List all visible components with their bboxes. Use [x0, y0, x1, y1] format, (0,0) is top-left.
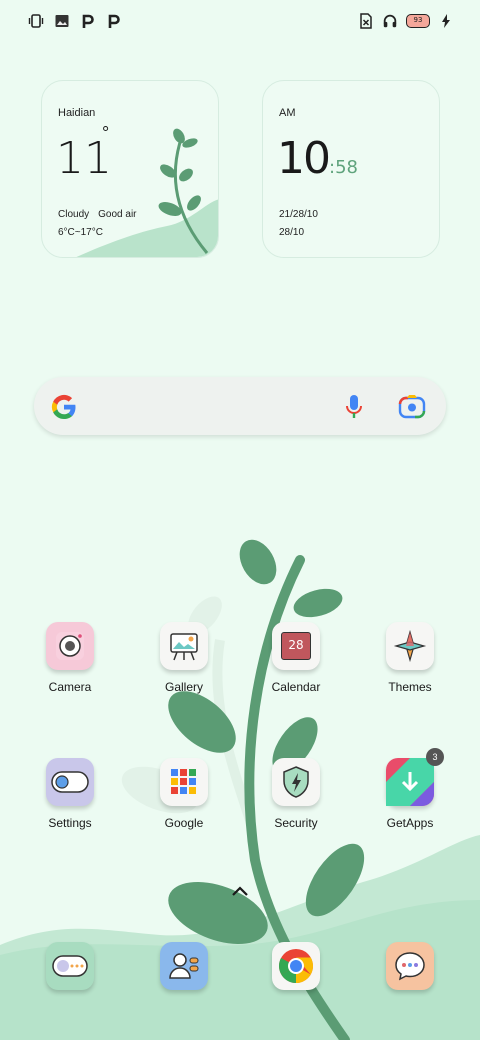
messages-icon [386, 942, 434, 990]
clock-hour: 10 [277, 133, 331, 184]
calendar-date: 28 [281, 632, 311, 660]
status-bar-left [28, 12, 122, 30]
charging-icon [438, 12, 454, 30]
weather-condition: Cloudy [58, 209, 90, 220]
messaging-bubble-icon [46, 942, 94, 990]
contacts-icon [160, 942, 208, 990]
getapps-icon: 3 [386, 748, 444, 806]
settings-icon [46, 758, 94, 806]
chrome-icon [272, 942, 320, 990]
app-label-camera: Camera [48, 680, 92, 694]
app-gallery[interactable]: Gallery [144, 622, 224, 694]
image-icon [54, 12, 70, 30]
app-label-settings: Settings [48, 816, 92, 830]
vibrate-icon [28, 12, 44, 30]
app-themes[interactable]: Themes [370, 622, 450, 694]
app-label-getapps: GetApps [386, 816, 434, 830]
google-logo-icon [50, 393, 78, 426]
app-label-gallery: Gallery [164, 680, 203, 694]
clock-date-line2: 28/10 [279, 227, 305, 238]
p-icon [80, 12, 96, 30]
clock-widget[interactable]: AM 10 :58 21/28/10 28/10 [262, 80, 440, 258]
app-label-themes: Themes [388, 680, 432, 694]
dock-app-chrome[interactable] [256, 942, 336, 990]
google-folder-icon [160, 758, 208, 806]
dock-app-messages[interactable] [370, 942, 450, 990]
app-google-folder[interactable]: Google [144, 758, 224, 830]
weather-widget[interactable]: Haidian 11 ° Cloudy Good air 6°C~17°C [41, 80, 219, 258]
p-icon [106, 12, 122, 30]
google-search-bar[interactable] [34, 377, 446, 435]
dock-app-contacts[interactable] [144, 942, 224, 990]
temperature-range: 6°C~17°C [58, 227, 103, 238]
status-bar-right: 93 [358, 12, 454, 30]
themes-icon [386, 622, 434, 670]
camera-icon [46, 622, 94, 670]
security-icon [272, 758, 320, 806]
no-sim-icon [358, 12, 374, 30]
app-label-calendar: Calendar [271, 680, 321, 694]
degree-symbol: ° [102, 123, 110, 143]
air-quality: Good air [98, 209, 137, 220]
headset-icon [382, 12, 398, 30]
chevron-up-icon[interactable] [230, 884, 250, 898]
clock-date-line1: 21/28/10 [279, 209, 318, 220]
app-calendar[interactable]: 28 Calendar [256, 622, 336, 694]
app-camera[interactable]: Camera [30, 622, 110, 694]
clock-minutes: :58 [329, 157, 358, 178]
app-label-security: Security [274, 816, 318, 830]
weather-city: Haidian [58, 107, 96, 119]
app-getapps[interactable]: 3 GetApps [370, 748, 450, 830]
microphone-icon[interactable] [342, 393, 366, 426]
app-security[interactable]: Security [256, 758, 336, 830]
battery-icon: 93 [406, 14, 430, 28]
notification-badge: 3 [426, 748, 444, 766]
app-settings[interactable]: Settings [30, 758, 110, 830]
gallery-icon [160, 622, 208, 670]
clock-ampm: AM [279, 107, 296, 119]
app-label-google: Google [164, 816, 204, 830]
dock-app-messaging[interactable] [30, 942, 110, 990]
calendar-icon: 28 [272, 622, 320, 670]
lens-camera-icon[interactable] [398, 394, 426, 425]
clock-time: 10 :58 [277, 133, 358, 184]
